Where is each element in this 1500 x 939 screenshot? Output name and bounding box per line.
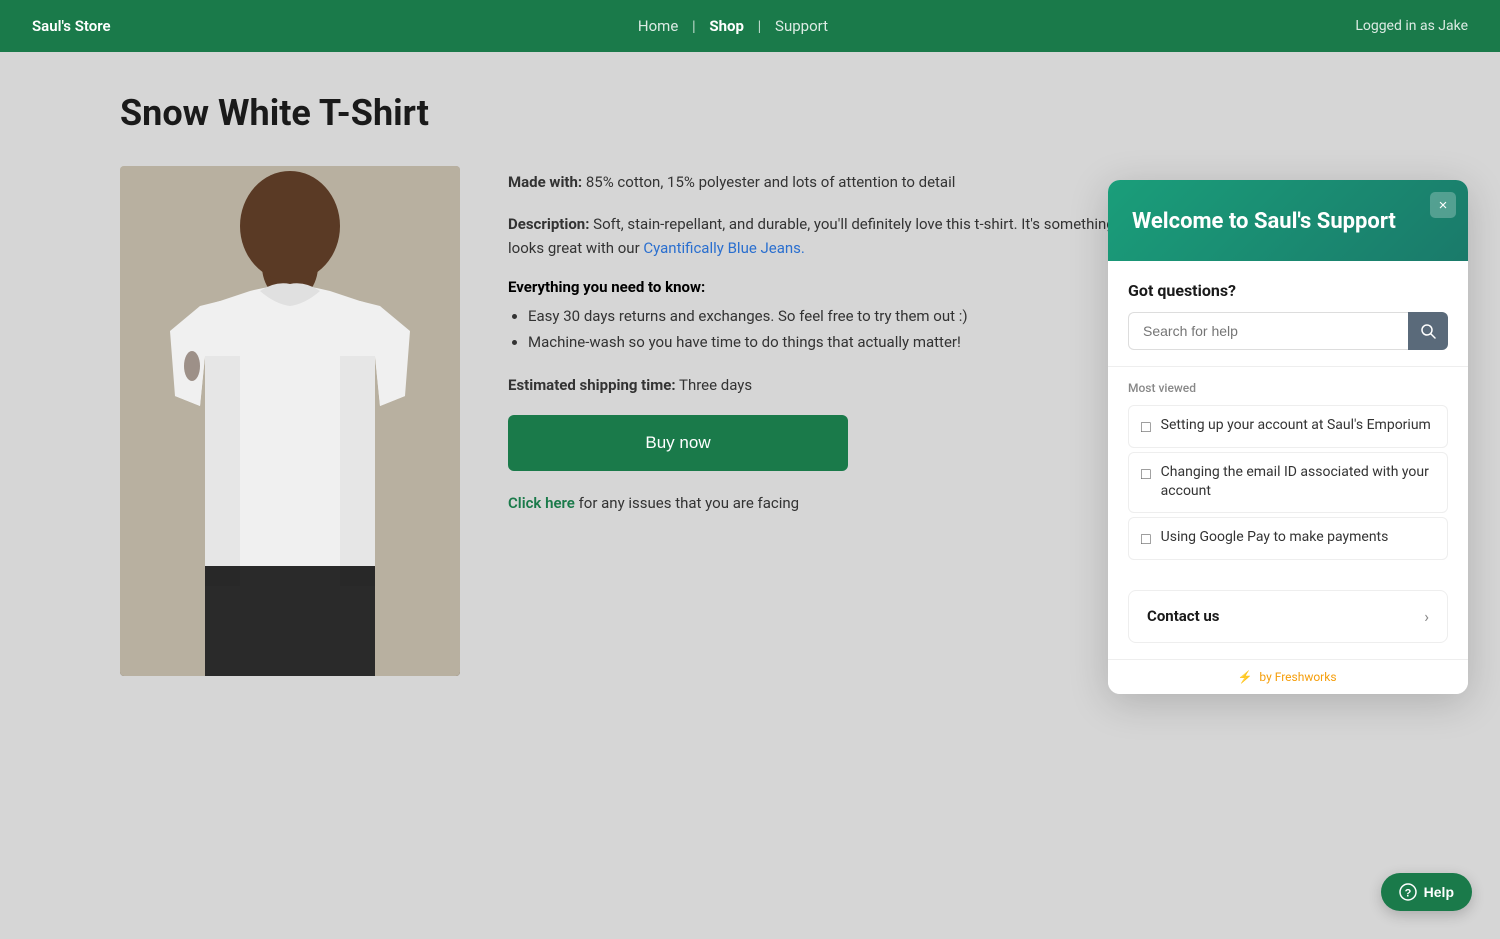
page-title: Snow White T-Shirt [120,92,1380,134]
article-text-1: Setting up your account at Saul's Empori… [1161,416,1431,436]
article-text-3: Using Google Pay to make payments [1161,528,1389,548]
product-image-section [120,166,460,676]
most-viewed-label: Most viewed [1128,381,1448,395]
nav-divider-1: | [688,17,699,35]
search-row [1128,312,1448,350]
contact-us-section[interactable]: Contact us › [1128,590,1448,643]
nav-links: Home | Shop | Support [638,17,828,35]
user-status: Logged in as Jake [1355,18,1468,34]
article-icon-2: □ [1141,464,1151,484]
search-icon [1420,323,1436,339]
support-widget: Welcome to Saul's Support × Got question… [1108,180,1468,694]
most-viewed-section: Most viewed □ Setting up your account at… [1108,367,1468,578]
made-with-label: Made with: [508,173,582,191]
contact-us-label: Contact us [1147,607,1220,625]
widget-header: Welcome to Saul's Support × [1108,180,1468,261]
article-icon-1: □ [1141,417,1151,437]
article-item-1[interactable]: □ Setting up your account at Saul's Empo… [1128,405,1448,448]
description-label: Description: [508,215,589,233]
made-with-value: 85% cotton, 15% polyester and lots of at… [586,173,956,191]
svg-text:?: ? [1404,888,1411,900]
footer-icon: ⚡ [1237,670,1252,684]
widget-title: Welcome to Saul's Support [1132,208,1444,237]
widget-footer: ⚡ by Freshworks [1108,659,1468,694]
nav-link-support[interactable]: Support [775,17,828,35]
help-fab-button[interactable]: ? Help [1381,873,1472,911]
description-link[interactable]: Cyantifically Blue Jeans. [643,239,805,257]
search-section: Got questions? [1108,261,1468,367]
article-icon-3: □ [1141,529,1151,549]
shipping-label: Estimated shipping time: [508,376,676,394]
issues-suffix: for any issues that you are facing [579,494,800,512]
brand-logo[interactable]: Saul's Store [32,17,111,35]
chevron-right-icon: › [1424,607,1429,626]
navbar: Saul's Store Home | Shop | Support Logge… [0,0,1500,52]
footer-by: by Freshworks [1259,670,1336,684]
nav-link-shop[interactable]: Shop [709,17,744,35]
widget-body: Got questions? Most viewed □ Setting up … [1108,261,1468,694]
got-questions-heading: Got questions? [1128,281,1448,300]
help-circle-icon: ? [1399,883,1417,901]
nav-divider-2: | [754,17,765,35]
article-text-2: Changing the email ID associated with yo… [1161,463,1435,502]
article-item-3[interactable]: □ Using Google Pay to make payments [1128,517,1448,560]
shipping-value: Three days [679,376,752,394]
widget-close-button[interactable]: × [1430,192,1456,218]
search-button[interactable] [1408,312,1448,350]
buy-now-button[interactable]: Buy now [508,415,848,471]
product-image [120,166,460,676]
help-fab-label: Help [1424,884,1454,900]
search-input[interactable] [1128,312,1408,350]
nav-link-home[interactable]: Home [638,17,678,35]
click-here-link[interactable]: Click here [508,494,575,512]
article-item-2[interactable]: □ Changing the email ID associated with … [1128,452,1448,513]
